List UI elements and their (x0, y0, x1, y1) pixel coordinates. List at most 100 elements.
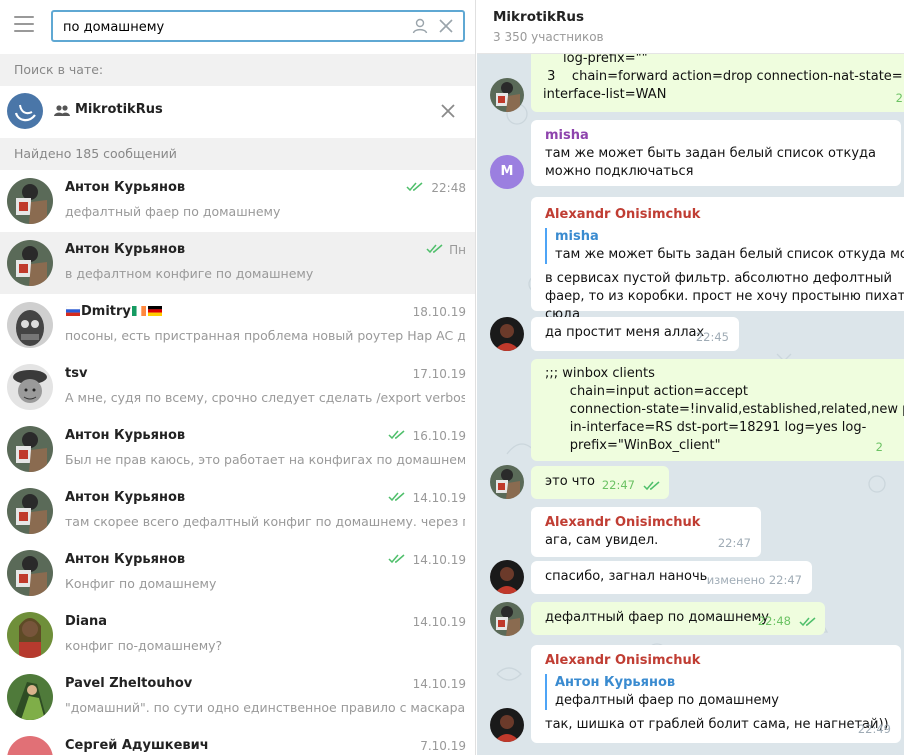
message-bubble[interactable]: да простит меня аллах 22:45 (531, 317, 739, 351)
search-bar-area (0, 0, 475, 52)
avatar[interactable] (490, 560, 524, 594)
result-sender: Сергей Адушкевич (65, 738, 209, 753)
message-bubble[interactable]: Alexandr Onisimchuk ага, сам увидел. 22:… (531, 507, 761, 557)
result-sender: Антон Курьянов (65, 490, 186, 505)
search-in-chat-label: Поиск в чате: (0, 54, 475, 86)
message-author[interactable]: misha (545, 127, 891, 145)
message-bubble[interactable]: спасибо, загнал наночь изменено 22:47 (531, 561, 812, 594)
message-text: ;;; winbox clients (545, 366, 655, 381)
chat-header[interactable]: MikrotikRus 3 350 участников (477, 0, 904, 54)
search-result-item[interactable]: tsv 17.10.19 А мне, судя по всему, срочн… (0, 356, 475, 418)
left-panel: Поиск в чате: MikrotikRus Найдено 185 со… (0, 0, 476, 755)
result-sender: Pavel Zheltouhov (65, 676, 193, 691)
search-chat-scope[interactable]: MikrotikRus (0, 86, 475, 136)
search-result-item[interactable]: Антон Курьянов 22:48 дефалтный фаер по д… (0, 170, 475, 232)
double-check-icon (388, 492, 405, 502)
result-date: 14.10.19 (412, 615, 466, 629)
message-time: изменено 22:47 (706, 573, 802, 587)
result-snippet: "домашний". по сути одно единственное пр… (65, 700, 465, 715)
close-icon[interactable] (437, 17, 455, 35)
search-result-item[interactable]: Dmitry 18.10.19 посоны, есть пристранная… (0, 294, 475, 356)
avatar (7, 364, 53, 410)
found-count-label: Найдено 185 сообщений (0, 138, 475, 170)
result-snippet: Конфиг по домашнему (65, 576, 217, 591)
avatar (7, 426, 53, 472)
avatar[interactable] (490, 465, 524, 499)
result-date: 14.10.19 (412, 553, 466, 567)
reply-quote[interactable]: misha там же может быть задан белый спис… (545, 228, 904, 264)
double-check-icon (799, 617, 816, 627)
result-date: 18.10.19 (412, 305, 466, 319)
message-bubble[interactable]: дефалтный фаер по домашнему 22:48 (531, 602, 825, 635)
message-time: 22:49 (857, 722, 891, 736)
avatar[interactable] (490, 708, 524, 742)
chat-title: MikrotikRus (493, 9, 585, 25)
search-input[interactable] (63, 17, 393, 37)
search-results-list: Антон Курьянов 22:48 дефалтный фаер по д… (0, 170, 475, 755)
group-icon (54, 105, 70, 116)
message-text: спасибо, загнал наночь (545, 569, 708, 584)
avatar (7, 674, 53, 720)
result-date: 14.10.19 (412, 677, 466, 691)
search-result-item[interactable]: Антон Курьянов 16.10.19 Был не прав каюс… (0, 418, 475, 480)
result-sender: tsv (65, 366, 88, 381)
avatar[interactable] (490, 78, 524, 112)
message-time: 2 (875, 440, 883, 454)
message-bubble[interactable]: это что 22:47 (531, 466, 669, 499)
double-check-icon (643, 481, 660, 491)
message-time: 2 (895, 91, 903, 105)
reply-quote[interactable]: Антон Курьянов дефалтный фаер по домашне… (545, 674, 901, 710)
message-time: 22:45 (695, 330, 729, 344)
result-sender: Антон Курьянов (65, 428, 186, 443)
result-date: 14.10.19 (412, 491, 466, 505)
message-bubble[interactable]: ;;; winbox clients chain=input action=ac… (531, 359, 904, 461)
double-check-icon (426, 244, 443, 254)
message-bubble[interactable]: Alexandr Onisimchuk Антон Курьянов дефал… (531, 645, 901, 743)
search-result-item[interactable]: Diana 14.10.19 конфиг по-домашнему? (0, 604, 475, 666)
close-icon[interactable] (438, 101, 458, 121)
message-author[interactable]: Alexandr Onisimchuk (545, 514, 761, 532)
search-result-item[interactable]: Антон Курьянов 14.10.19 там скорее всего… (0, 480, 475, 542)
result-snippet: дефалтный фаер по домашнему (65, 204, 281, 219)
avatar[interactable]: M (490, 155, 524, 189)
ireland-flag-icon (131, 306, 146, 316)
mikrotik-logo-avatar (7, 93, 43, 129)
message-bubble[interactable]: misha там же может быть задан белый спис… (531, 120, 901, 186)
message-time: 22:47 (717, 536, 751, 550)
message-author[interactable]: Alexandr Onisimchuk (545, 206, 904, 224)
result-snippet: там скорее всего дефалтный конфиг по дом… (65, 514, 465, 529)
search-box[interactable] (51, 10, 465, 42)
message-text: in-interface=RS dst-port=18291 log=yes l… (545, 420, 867, 435)
message-text: connection-state=!invalid,established,re… (569, 402, 904, 417)
quote-text: там же может быть задан белый список отк… (555, 247, 904, 262)
result-snippet: посоны, есть пристранная проблема новый … (65, 328, 465, 343)
hamburger-icon[interactable] (14, 16, 34, 34)
message-text: так, шишка от граблей болит сама, не наг… (545, 717, 889, 732)
quote-author: Антон Курьянов (555, 675, 676, 690)
search-result-item[interactable]: Pavel Zheltouhov 14.10.19 "домашний". по… (0, 666, 475, 728)
message-text: prefix="WinBox_client" (545, 438, 721, 453)
result-snippet: А мне, судя по всему, срочно следует сде… (65, 390, 465, 405)
search-result-item[interactable]: Антон Курьянов 14.10.19 Конфиг по домашн… (0, 542, 475, 604)
avatar (7, 240, 53, 286)
result-date: 16.10.19 (412, 429, 466, 443)
result-date: 7.10.19 (420, 739, 466, 753)
result-sender: Diana (65, 614, 108, 629)
message-text: chain=input action=accept (545, 384, 748, 399)
search-result-item[interactable]: Антон Курьянов Пн в дефалтном конфиге по… (0, 232, 475, 294)
result-snippet: Был не прав каюсь, это работает на конфи… (65, 452, 465, 467)
avatar[interactable] (490, 317, 524, 351)
avatar (7, 302, 53, 348)
result-sender: Антон Курьянов (65, 552, 186, 567)
quote-author: misha (555, 229, 599, 244)
double-check-icon (388, 430, 405, 440)
search-result-item[interactable]: Сергей Адушкевич 7.10.19 (0, 728, 475, 755)
result-sender: Антон Курьянов (65, 180, 186, 195)
avatar (7, 488, 53, 534)
message-bubble[interactable]: Alexandr Onisimchuk misha там же может б… (531, 197, 904, 322)
message-author[interactable]: Alexandr Onisimchuk (545, 652, 901, 670)
result-snippet: в дефалтном конфиге по домашнему (65, 266, 314, 281)
quote-text: дефалтный фаер по домашнему (555, 693, 779, 708)
avatar[interactable] (490, 602, 524, 636)
person-icon[interactable] (411, 17, 429, 35)
